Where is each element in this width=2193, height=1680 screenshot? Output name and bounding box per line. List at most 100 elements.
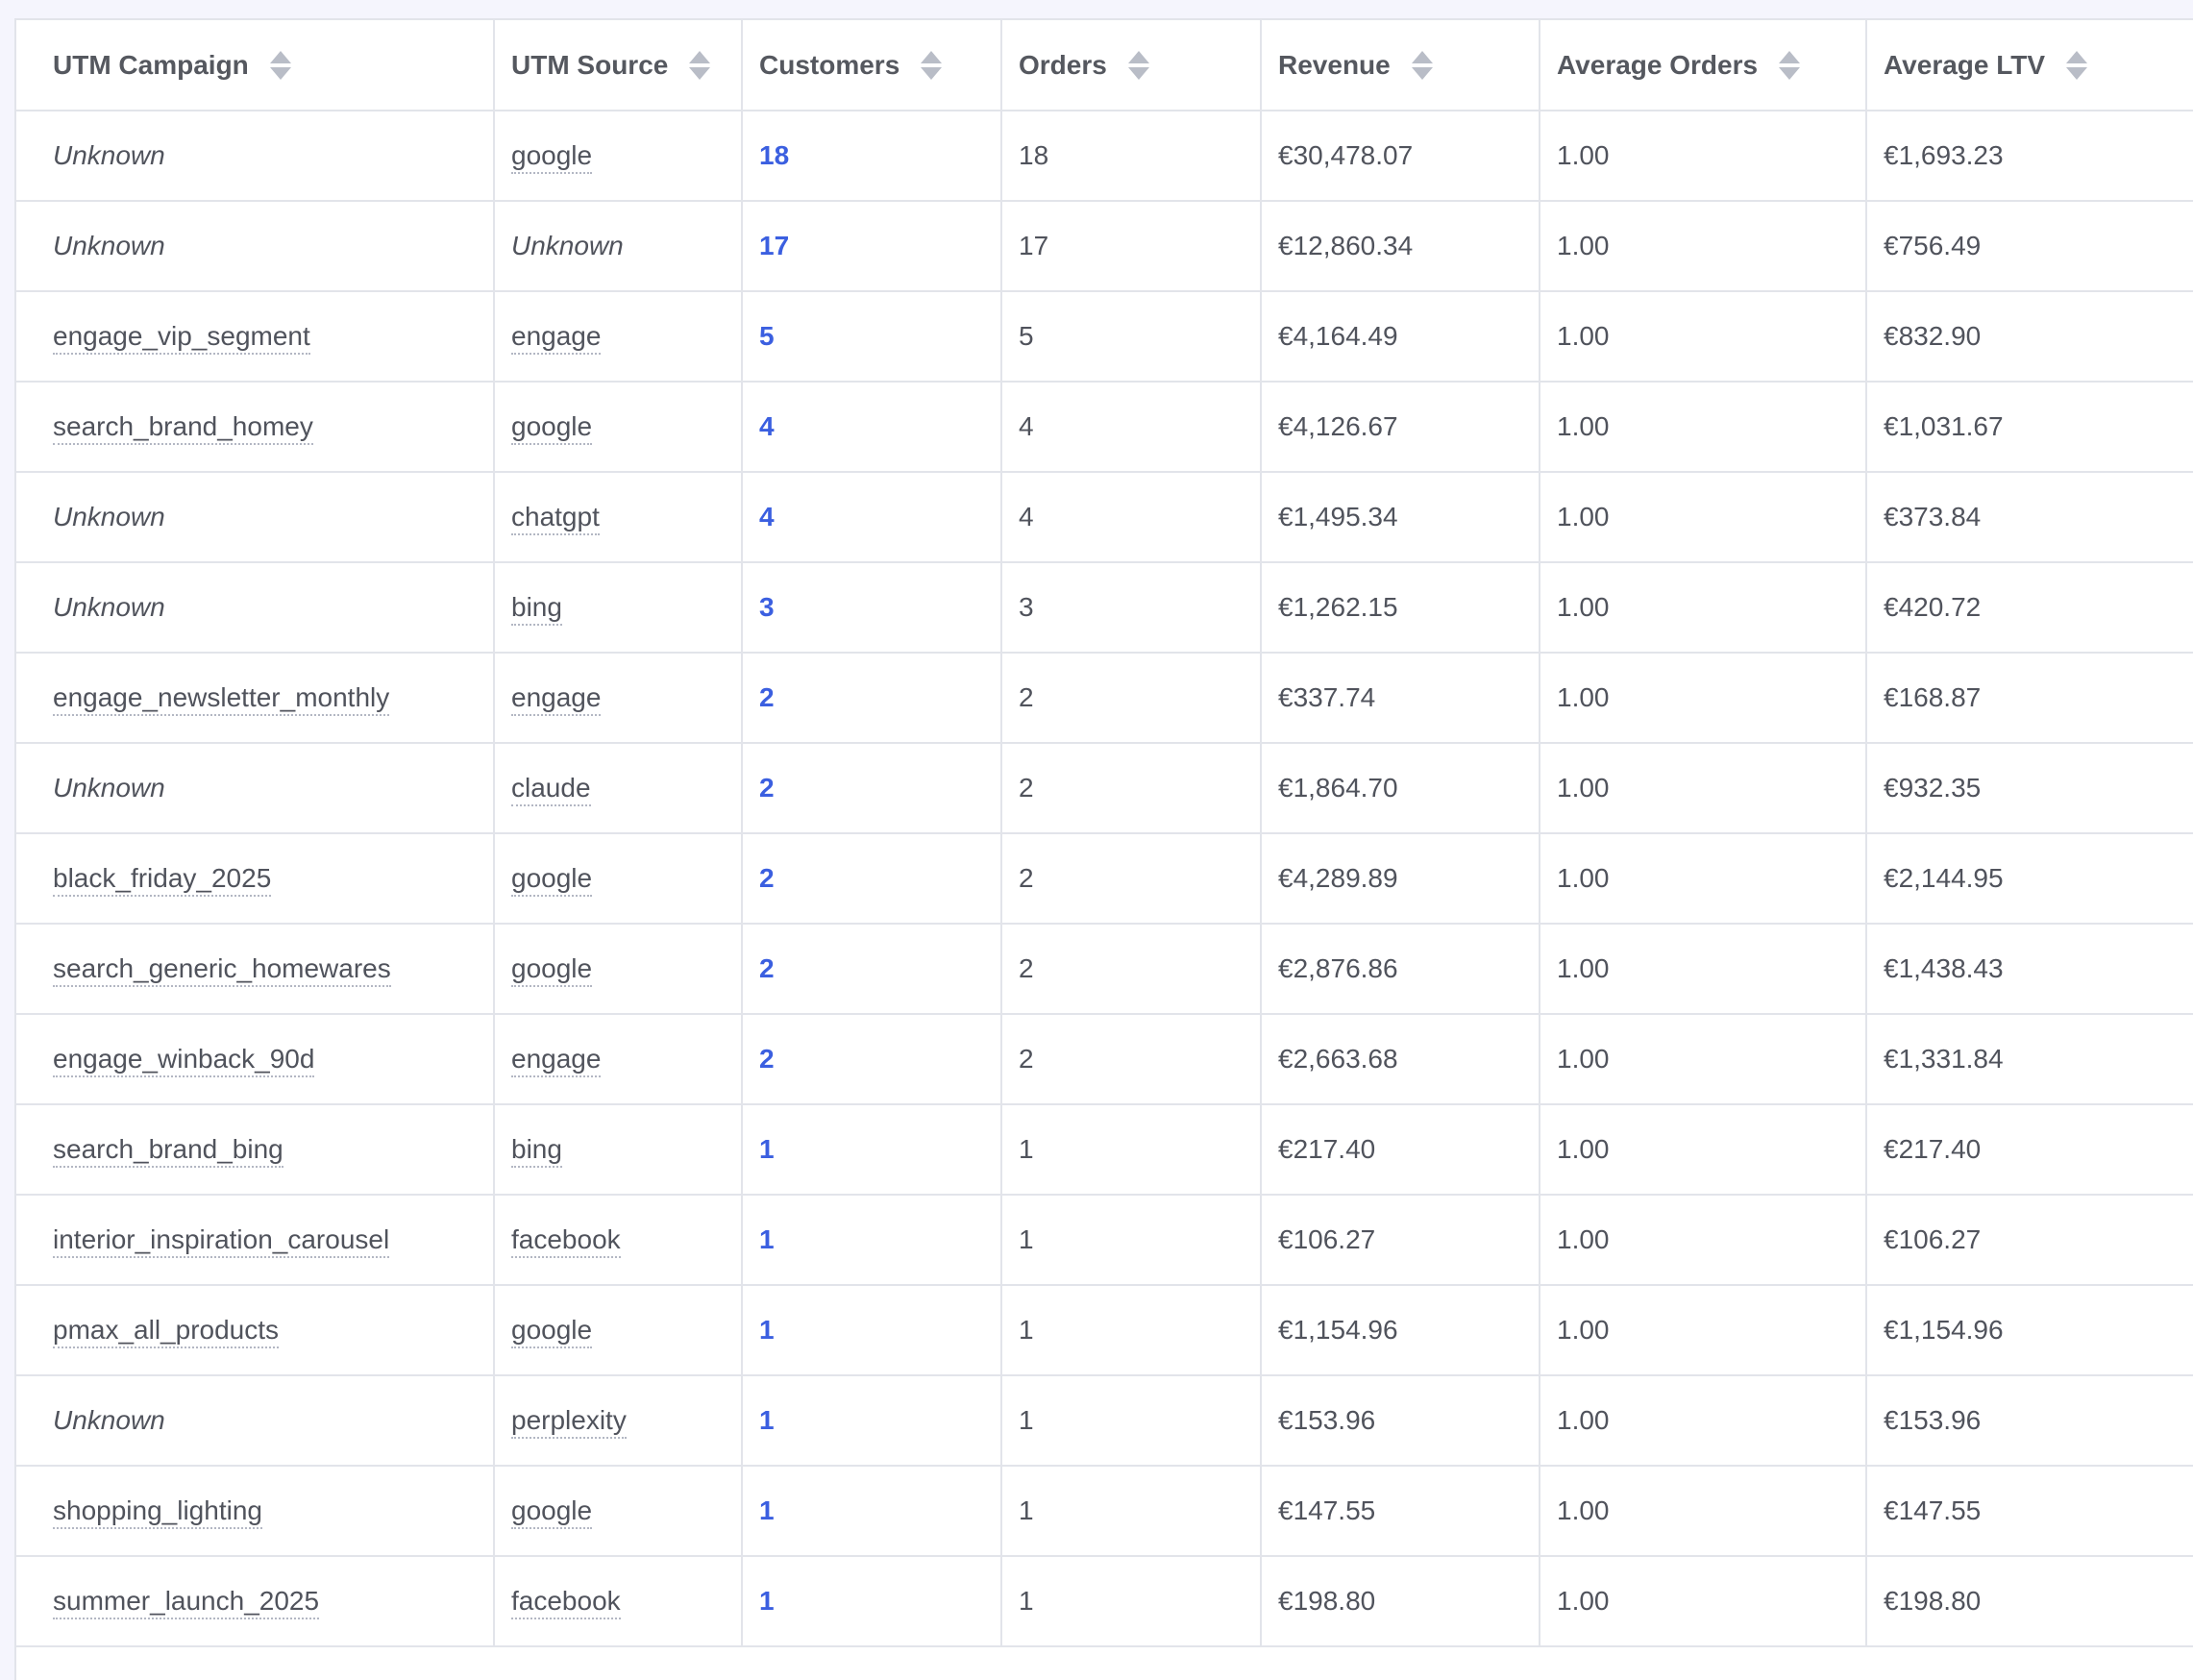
cell-avg-ltv: €147.55: [1866, 1466, 2193, 1557]
column-header-customers[interactable]: Customers: [742, 20, 1002, 111]
customers-link[interactable]: 1: [759, 1586, 775, 1616]
customers-link[interactable]: 2: [759, 682, 775, 712]
sort-up-icon: [921, 50, 943, 63]
source-value[interactable]: engage: [511, 1044, 602, 1077]
cell-orders: 1: [1001, 1556, 1262, 1647]
table-row: search_brand_homey google 4 4 €4,126.67 1.00 €…: [16, 382, 2193, 473]
source-value[interactable]: claude: [511, 773, 591, 806]
column-header-orders[interactable]: Orders: [1001, 20, 1262, 111]
cell-orders: 2: [1001, 833, 1262, 925]
avg-orders-value: 1.00: [1557, 411, 1610, 441]
customers-link[interactable]: 2: [759, 863, 775, 893]
sort-arrows-icon[interactable]: [1127, 50, 1149, 80]
campaign-value[interactable]: search_brand_homey: [53, 411, 313, 445]
source-value[interactable]: facebook: [511, 1586, 621, 1619]
source-value[interactable]: google: [511, 140, 593, 174]
column-header-utm-source[interactable]: UTM Source: [494, 20, 743, 111]
sort-down-icon: [269, 66, 291, 80]
source-value[interactable]: engage: [511, 682, 602, 716]
source-value[interactable]: facebook: [511, 1224, 621, 1258]
campaign-value[interactable]: search_brand_bing: [53, 1134, 283, 1168]
cell-avg-ltv: €1,438.43: [1866, 924, 2193, 1015]
avg-ltv-value: €1,438.43: [1884, 953, 2004, 983]
source-value[interactable]: google: [511, 1315, 593, 1348]
column-header-inner: Average Orders: [1557, 50, 1801, 81]
avg-ltv-value: €420.72: [1884, 592, 1982, 622]
sort-arrows-icon[interactable]: [689, 50, 711, 80]
orders-value: 2: [1019, 773, 1034, 803]
orders-value: 2: [1019, 863, 1034, 893]
cell-avg-ltv: €1,331.84: [1866, 1014, 2193, 1105]
cell-customers: 1: [742, 1104, 1002, 1196]
sort-arrows-icon[interactable]: [2066, 50, 2088, 80]
campaign-value[interactable]: engage_vip_segment: [53, 321, 310, 355]
revenue-value: €217.40: [1278, 1134, 1376, 1164]
campaign-value[interactable]: black_friday_2025: [53, 863, 272, 897]
cell-source: claude: [494, 743, 743, 834]
customers-link[interactable]: 17: [759, 231, 789, 260]
avg-ltv-value: €2,144.95: [1884, 863, 2004, 893]
campaign-value[interactable]: search_generic_homewares: [53, 953, 391, 987]
cell-campaign: engage_vip_segment: [16, 291, 495, 383]
column-header-label: UTM Campaign: [53, 49, 249, 80]
sort-arrows-icon[interactable]: [1779, 50, 1801, 80]
customers-link[interactable]: 1: [759, 1315, 775, 1345]
column-header-revenue[interactable]: Revenue: [1261, 20, 1540, 111]
column-header-utm-campaign[interactable]: UTM Campaign: [16, 20, 495, 111]
source-value[interactable]: bing: [511, 1134, 562, 1168]
cell-avg-orders: 1.00: [1540, 1195, 1867, 1286]
avg-orders-value: 1.00: [1557, 1495, 1610, 1525]
customers-link[interactable]: 1: [759, 1224, 775, 1254]
customers-link[interactable]: 2: [759, 953, 775, 983]
customers-link[interactable]: 2: [759, 773, 775, 803]
cell-avg-orders: 1.00: [1540, 1285, 1867, 1376]
column-header-label: UTM Source: [511, 49, 669, 80]
sort-arrows-icon[interactable]: [269, 50, 291, 80]
table-row: Unknown google 18 18 €30,478.07 1.00 €1,693.23: [16, 111, 2193, 202]
campaign-value[interactable]: shopping_lighting: [53, 1495, 262, 1529]
cell-source: google: [494, 924, 743, 1015]
customers-link[interactable]: 4: [759, 411, 775, 441]
campaign-value[interactable]: engage_newsletter_monthly: [53, 682, 390, 716]
cell-orders: 3: [1001, 562, 1262, 654]
source-value[interactable]: google: [511, 863, 593, 897]
sort-arrows-icon[interactable]: [921, 50, 943, 80]
campaign-value[interactable]: pmax_all_products: [53, 1315, 280, 1348]
source-value[interactable]: google: [511, 953, 593, 987]
customers-link[interactable]: 4: [759, 502, 775, 531]
revenue-value: €4,164.49: [1278, 321, 1398, 351]
orders-value: 2: [1019, 953, 1034, 983]
customers-link[interactable]: 3: [759, 592, 775, 622]
avg-orders-value: 1.00: [1557, 773, 1610, 803]
source-value[interactable]: google: [511, 411, 593, 445]
campaign-value[interactable]: engage_winback_90d: [53, 1044, 315, 1077]
sort-arrows-icon[interactable]: [1411, 50, 1433, 80]
cell-customers: 3: [742, 562, 1002, 654]
source-value[interactable]: engage: [511, 321, 602, 355]
column-header-average-orders[interactable]: Average Orders: [1540, 20, 1867, 111]
cell-avg-orders: 1.00: [1540, 1104, 1867, 1196]
customers-link[interactable]: 1: [759, 1405, 775, 1435]
source-value[interactable]: chatgpt: [511, 502, 600, 535]
campaign-value[interactable]: interior_inspiration_carousel: [53, 1224, 390, 1258]
cell-source: chatgpt: [494, 472, 743, 563]
source-value[interactable]: perplexity: [511, 1405, 627, 1439]
customers-link[interactable]: 1: [759, 1134, 775, 1164]
campaign-value[interactable]: summer_launch_2025: [53, 1586, 320, 1619]
customers-link[interactable]: 2: [759, 1044, 775, 1074]
source-value[interactable]: google: [511, 1495, 593, 1529]
avg-orders-value: 1.00: [1557, 1405, 1610, 1435]
customers-link[interactable]: 5: [759, 321, 775, 351]
cell-revenue: €1,154.96: [1261, 1285, 1540, 1376]
table-row: Unknown claude 2 2 €1,864.70 1.00 €932.35: [16, 743, 2193, 834]
avg-orders-value: 1.00: [1557, 1224, 1610, 1254]
customers-link[interactable]: 18: [759, 140, 789, 170]
orders-value: 17: [1019, 231, 1049, 260]
column-header-average-ltv[interactable]: Average LTV: [1866, 20, 2193, 111]
customers-link[interactable]: 1: [759, 1495, 775, 1525]
sort-down-icon: [1127, 66, 1149, 80]
source-value[interactable]: bing: [511, 592, 562, 626]
avg-ltv-value: €106.27: [1884, 1224, 1982, 1254]
orders-value: 1: [1019, 1405, 1034, 1435]
cell-source: bing: [494, 562, 743, 654]
